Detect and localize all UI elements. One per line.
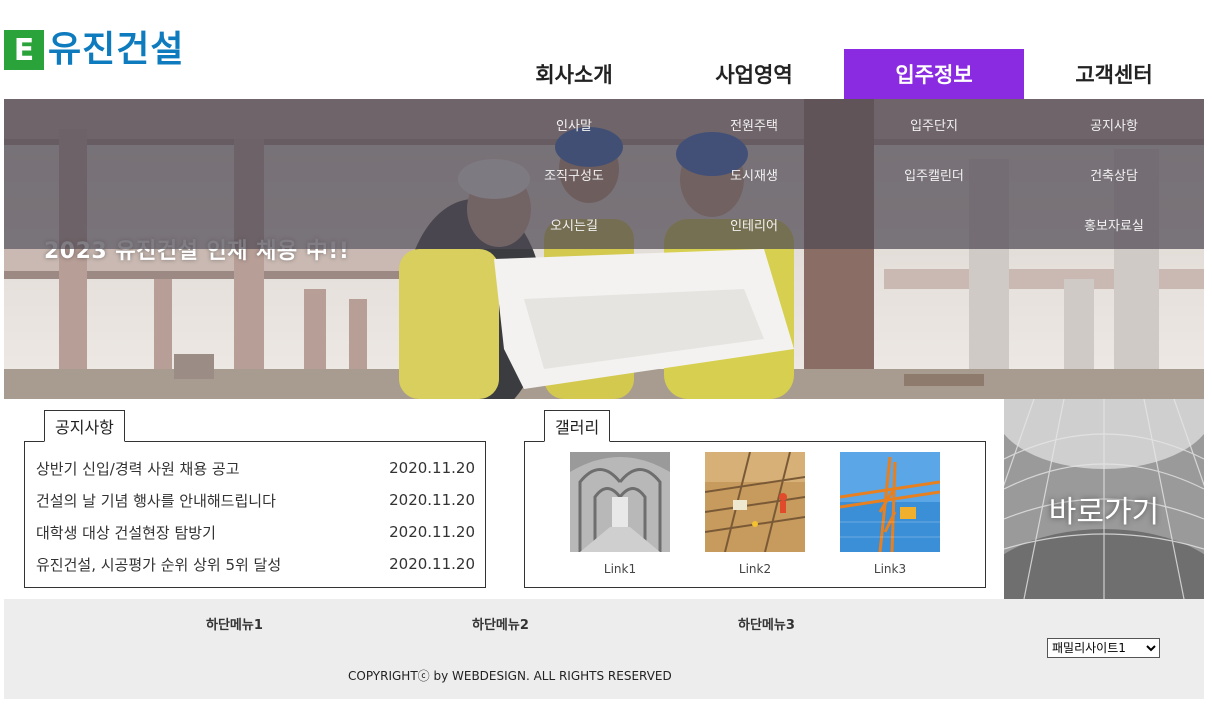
notice-title: 상반기 신입/경력 사원 채용 공고 [36,459,240,478]
footer-menu-2[interactable]: 하단메뉴2 [472,614,529,633]
gallery-tab[interactable]: 갤러리 [544,410,611,442]
notice-date: 2020.11.20 [389,459,475,477]
notice-item[interactable]: 상반기 신입/경력 사원 채용 공고 2020.11.20 [36,456,475,480]
crane-photo-icon [840,452,940,552]
gallery-item[interactable]: Link1 [570,452,670,576]
notice-tab[interactable]: 공지사항 [44,410,125,442]
submenu-item-notice[interactable]: 공지사항 [1024,99,1204,149]
gallery-item[interactable]: Link3 [840,452,940,576]
submenu-column-residence: 입주단지 입주캘린더 [844,99,1024,249]
notice-date: 2020.11.20 [389,491,475,509]
submenu-item-consulting[interactable]: 건축상담 [1024,149,1204,199]
hero-banner: 2023 유진건설 인재 채용 中!! 인사말 조직구성도 오시는길 전원주택 … [4,99,1204,399]
nav-item-residence[interactable]: 입주정보 [844,49,1024,99]
gallery-item[interactable]: Link2 [705,452,805,576]
notice-item[interactable]: 건설의 날 기념 행사를 안내해드립니다 2020.11.20 [36,488,475,512]
notice-board: 상반기 신입/경력 사원 채용 공고 2020.11.20 건설의 날 기념 행… [24,441,486,588]
shortcut-banner[interactable]: 바로가기 [1004,399,1204,599]
gallery-caption: Link3 [873,562,907,576]
submenu-item-urban-regeneration[interactable]: 도시재생 [664,149,844,199]
nav-item-customer[interactable]: 고객센터 [1024,49,1204,99]
notice-title: 건설의 날 기념 행사를 안내해드립니다 [36,491,276,510]
construction-site-photo-icon [705,452,805,552]
footer-menu-3[interactable]: 하단메뉴3 [738,614,795,633]
gallery-board: Link1 Link2 Link3 [524,441,986,588]
logo-text: 유진건설 [48,29,185,70]
gallery-caption: Link1 [603,562,637,576]
footer-menu-1[interactable]: 하단메뉴1 [206,614,263,633]
submenu-item-complex[interactable]: 입주단지 [844,99,1024,149]
notice-title: 유진건설, 시공평가 순위 상위 5위 달성 [36,555,282,574]
submenu-item-directions[interactable]: 오시는길 [484,199,664,249]
footer: 하단메뉴1 하단메뉴2 하단메뉴3 COPYRIGHTⓒ by WEBDESIG… [4,599,1204,699]
gallery-caption: Link2 [738,562,772,576]
dropdown-submenu: 인사말 조직구성도 오시는길 전원주택 도시재생 인테리어 입주단지 입주캘린더… [4,99,1204,249]
family-site-select[interactable]: 패밀리사이트1 [1047,638,1160,658]
shortcut-label: 바로가기 [1048,495,1160,530]
cloister-photo-icon [570,452,670,552]
logo-mark: E [4,30,44,70]
submenu-item-calendar[interactable]: 입주캘린더 [844,149,1024,199]
nav-item-company[interactable]: 회사소개 [484,49,664,99]
submenu-item-greeting[interactable]: 인사말 [484,99,664,149]
submenu-item-country-house[interactable]: 전원주택 [664,99,844,149]
header: E 유진건설 회사소개 사업영역 입주정보 고객센터 [4,0,1204,99]
submenu-item-organization[interactable]: 조직구성도 [484,149,664,199]
nav-item-business[interactable]: 사업영역 [664,49,844,99]
logo[interactable]: E 유진건설 [4,30,184,70]
submenu-column-customer: 공지사항 건축상담 홍보자료실 [1024,99,1204,249]
main-nav: 회사소개 사업영역 입주정보 고객센터 [484,49,1204,99]
copyright-text: COPYRIGHTⓒ by WEBDESIGN. ALL RIGHTS RESE… [348,669,672,683]
submenu-column-business: 전원주택 도시재생 인테리어 [664,99,844,249]
submenu-item-interior[interactable]: 인테리어 [664,199,844,249]
notice-item[interactable]: 대학생 대상 건설현장 탐방기 2020.11.20 [36,520,475,544]
notice-item[interactable]: 유진건설, 시공평가 순위 상위 5위 달성 2020.11.20 [36,552,475,576]
submenu-column-company: 인사말 조직구성도 오시는길 [484,99,664,249]
submenu-item-pr-materials[interactable]: 홍보자료실 [1024,199,1204,249]
notice-date: 2020.11.20 [389,555,475,573]
notice-title: 대학생 대상 건설현장 탐방기 [36,523,216,542]
notice-date: 2020.11.20 [389,523,475,541]
